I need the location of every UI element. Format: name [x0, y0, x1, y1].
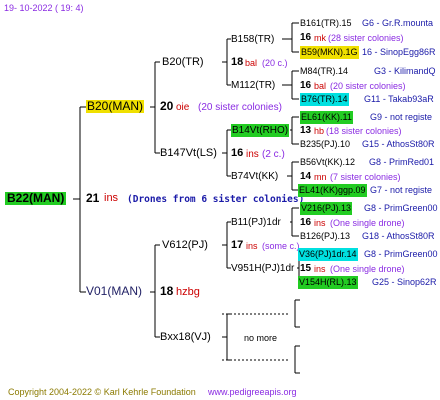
gen4-id[interactable]: EL41(KK)ggp.09 — [298, 184, 367, 197]
gen2-num: 16 — [231, 147, 244, 159]
gen3-id[interactable]: B11(PJ)1dr — [231, 216, 281, 229]
gen4-id[interactable]: B56Vt(KK).12 — [300, 156, 355, 169]
gen4-id[interactable]: M84(TR).14 — [300, 65, 348, 78]
gen4-ref: G3 - KilimandQ — [374, 66, 436, 76]
gen3-tag: bal — [245, 58, 258, 68]
gen2-id[interactable]: Bxx18(VJ) — [160, 331, 211, 344]
gen2-tag: ins — [246, 241, 258, 251]
gen4-ref: G18 - AthosSt80R — [362, 231, 435, 241]
gen4-note: (One single drone) — [330, 218, 405, 228]
gen2-id[interactable]: B147Vt(LS) — [160, 147, 217, 160]
gen4-num: 13 — [300, 125, 312, 136]
gen1-queen-num: 20 — [160, 99, 174, 113]
gen1-drone-tag: hzbg — [176, 286, 200, 298]
gen4-id[interactable]: EL61(KK).11 — [300, 111, 353, 124]
gen4-id[interactable]: B161(TR).15 — [300, 17, 352, 30]
gen4-num: 14 — [300, 171, 312, 182]
gen4-ref: G11 - Takab93aR — [364, 94, 434, 104]
gen4-ref: G7 - not registe — [370, 185, 433, 195]
gen3-id[interactable]: M112(TR) — [231, 79, 275, 92]
gen3-note: (20 c.) — [262, 58, 288, 68]
gen4-id[interactable]: B59(MKN).1G — [300, 46, 359, 59]
root-bee-id[interactable]: B22(MAN) — [5, 192, 67, 205]
gen2-note: (some c.) — [262, 241, 300, 251]
gen4-id[interactable]: B76(TR).14 — [300, 93, 349, 106]
gen1-queen-id[interactable]: B20(MAN) — [86, 100, 145, 113]
gen4-num: 16 — [300, 80, 312, 91]
gen2-id[interactable]: B20(TR) — [162, 56, 204, 69]
gen4-id[interactable]: B126(PJ).13 — [300, 230, 350, 243]
gen4-ref: G9 - not registe — [370, 112, 433, 122]
root-drones: (Drones from 6 sister colonies) — [127, 194, 305, 205]
gen1-drone-num: 18 — [160, 284, 174, 298]
gen4-tag: mk — [314, 33, 326, 43]
gen3-id[interactable]: B74Vt(KK) — [231, 170, 278, 183]
gen4-ref: G25 - Sinop62R — [372, 277, 437, 287]
gen4-tag: hb — [314, 126, 325, 136]
gen4-ref: 16 - SinopEgg86R — [362, 47, 436, 57]
gen4-ref: G8 - PrimGreen00 — [364, 203, 438, 213]
gen4-num: 16 — [300, 217, 312, 228]
gen1-queen-tag: oie — [176, 102, 190, 113]
gen4-tag: mn — [314, 172, 327, 182]
root-num: 21 — [86, 191, 100, 205]
gen4-ref: G8 - PrimRed01 — [369, 157, 435, 167]
gen2-no-more: no more — [244, 333, 278, 343]
root-ins: ins — [104, 192, 119, 204]
gen3-id[interactable]: B158(TR) — [231, 33, 274, 46]
gen2-tag: ins — [246, 149, 259, 160]
gen4-tag: ins — [314, 218, 326, 228]
header-date: 19- 10-2022 ( 19: 4) — [4, 3, 84, 13]
gen3-num: 18 — [231, 56, 244, 68]
gen4-note: (7 sister colonies) — [330, 172, 401, 182]
gen4-ref: G6 - Gr.R.mounta — [362, 18, 434, 28]
gen4-tag: bal — [314, 81, 327, 91]
gen4-note: (18 sister colonies) — [326, 126, 402, 136]
gen4-id[interactable]: V154H(RL).13 — [298, 276, 358, 289]
gen4-id[interactable]: B235(PJ).10 — [300, 138, 350, 151]
gen1-drone-id[interactable]: V01(MAN) — [86, 285, 142, 298]
gen4-tag: ins — [314, 264, 326, 274]
gen2-num: 17 — [231, 239, 244, 251]
gen4-ref: G8 - PrimGreen00 — [364, 249, 438, 259]
gen4-num: 16 — [300, 32, 312, 43]
gen4-note: (20 sister colonies) — [330, 81, 406, 91]
gen3-id[interactable]: B14Vt(RHO) — [231, 124, 290, 137]
footer-site-link[interactable]: www.pedigreeapis.org — [208, 386, 297, 399]
gen2-id[interactable]: V612(PJ) — [162, 239, 208, 252]
gen4-note: (28 sister colonies) — [328, 33, 404, 43]
gen4-note: (One single drone) — [330, 264, 405, 274]
gen4-num: 15 — [300, 263, 312, 274]
gen1-queen-note: (20 sister colonies) — [198, 102, 282, 113]
gen4-id[interactable]: V216(PJ).13 — [300, 202, 353, 215]
gen4-ref: G15 - AthosSt80R — [362, 139, 435, 149]
gen4-id[interactable]: V36(PJ)1dr.14 — [298, 248, 358, 261]
gen2-note: (2 c.) — [262, 149, 285, 160]
gen3-id[interactable]: V951H(PJ)1dr — [231, 262, 294, 275]
footer-copyright: Copyright 2004-2022 © Karl Kehrle Founda… — [8, 387, 196, 397]
